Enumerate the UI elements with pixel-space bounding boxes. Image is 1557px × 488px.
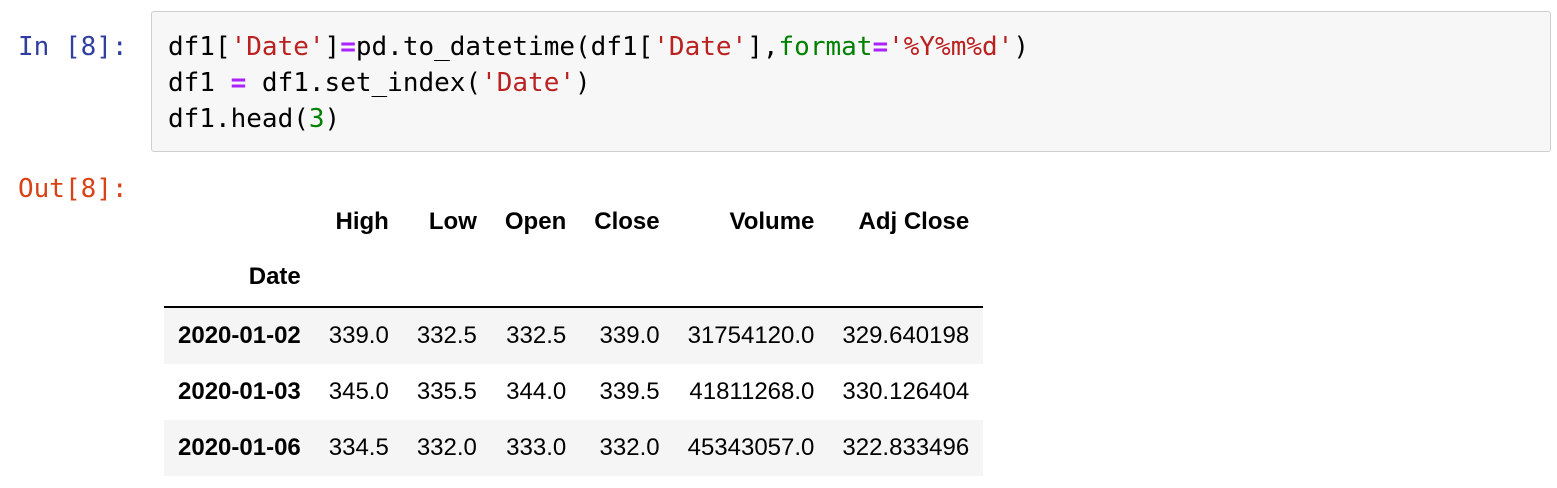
- code-line: df1['Date']=pd.to_datetime(df1['Date'],f…: [168, 29, 1550, 65]
- table-row: 2020-01-06 334.5 332.0 333.0 332.0 45343…: [164, 420, 984, 476]
- table-cell: 332.5: [506, 322, 567, 349]
- empty-header-cell: [315, 248, 403, 307]
- code-operator-token: =: [872, 32, 889, 62]
- table-cell: 345.0: [328, 378, 389, 405]
- row-index-cell: 2020-01-03: [178, 378, 301, 405]
- code-token: df1.set_index(: [246, 68, 482, 98]
- code-operator-token: =: [340, 32, 356, 62]
- code-token: ): [324, 104, 341, 134]
- dataframe-output: High Low Open Close Volume Adj Close Dat…: [164, 196, 984, 476]
- table-cell: 339.0: [328, 322, 389, 349]
- code-number-token: 3: [308, 104, 325, 134]
- code-string-token: 'Date': [481, 68, 576, 98]
- code-string-token: '%Y%m%d': [888, 32, 1014, 62]
- code-operator-token: =: [230, 68, 247, 98]
- table-cell: 335.5: [416, 378, 477, 405]
- column-header: Volume: [729, 208, 815, 235]
- code-line: df1.head(3): [168, 101, 1550, 137]
- dataframe-table: High Low Open Close Volume Adj Close Dat…: [164, 196, 984, 476]
- empty-header-cell: [491, 248, 580, 307]
- table-cell: 332.0: [416, 434, 477, 461]
- code-token: ],: [747, 32, 779, 62]
- empty-header-cell: [580, 248, 673, 307]
- code-token: pd.to_datetime(df1[: [355, 32, 654, 62]
- table-cell: 322.833496: [842, 434, 970, 461]
- index-name-header: Date: [248, 263, 301, 290]
- code-token: df1.head(: [168, 104, 309, 134]
- column-header: Close: [594, 208, 660, 235]
- table-cell: 329.640198: [842, 322, 970, 349]
- table-cell: 41811268.0: [689, 378, 815, 405]
- empty-header-cell: [828, 248, 983, 307]
- input-prompt: In [8]:: [18, 32, 128, 62]
- code-token: ]: [324, 32, 341, 62]
- row-index-cell: 2020-01-02: [178, 322, 301, 349]
- table-cell: 31754120.0: [687, 322, 815, 349]
- table-cell: 332.5: [416, 322, 477, 349]
- code-token: df1[: [168, 32, 231, 62]
- column-header: Low: [428, 208, 477, 235]
- column-header: High: [335, 208, 389, 235]
- code-keyword-token: format: [778, 32, 873, 62]
- column-header: Open: [504, 208, 567, 235]
- table-cell: 339.5: [599, 378, 660, 405]
- table-row: 2020-01-03 345.0 335.5 344.0 339.5 41811…: [164, 364, 984, 420]
- table-cell: 334.5: [328, 434, 389, 461]
- empty-header-cell: [403, 248, 491, 307]
- code-line: df1 = df1.set_index('Date'): [168, 65, 1550, 101]
- code-string-token: 'Date': [230, 32, 325, 62]
- code-token: ): [1013, 32, 1029, 62]
- code-string-token: 'Date': [653, 32, 748, 62]
- code-token: df1: [168, 68, 231, 98]
- index-name-row: Date: [164, 248, 984, 307]
- output-prompt: Out[8]:: [18, 174, 128, 204]
- column-header: Adj Close: [858, 208, 970, 235]
- row-index-cell: 2020-01-06: [178, 434, 301, 461]
- table-cell: 333.0: [506, 434, 567, 461]
- table-cell: 339.0: [599, 322, 660, 349]
- table-cell: 332.0: [599, 434, 660, 461]
- code-token: ): [575, 68, 591, 98]
- table-cell: 330.126404: [842, 378, 970, 405]
- column-header-row: High Low Open Close Volume Adj Close: [164, 196, 983, 248]
- index-corner-cell: [164, 196, 315, 248]
- table-cell: 45343057.0: [687, 434, 815, 461]
- empty-header-cell: [674, 248, 829, 307]
- table-row: 2020-01-02 339.0 332.5 332.5 339.0 31754…: [164, 307, 984, 364]
- code-cell-editor[interactable]: df1['Date']=pd.to_datetime(df1['Date'],f…: [151, 11, 1551, 152]
- table-cell: 344.0: [506, 378, 567, 405]
